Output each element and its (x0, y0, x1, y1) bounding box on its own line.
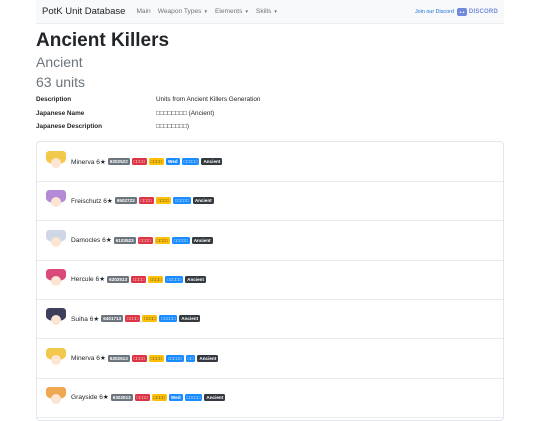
tag-badge[interactable]: □□□□ (138, 197, 154, 205)
info-key: Japanese Description (36, 123, 103, 130)
unit-row[interactable]: Grayside 6★ 6302613 □□□□ □□□□ Wed □□□□□ Ancien… (37, 378, 503, 418)
nav-weapon-types[interactable]: Weapon Types ▼ (158, 8, 208, 15)
tag-badge[interactable]: □□□□□ (171, 236, 190, 244)
tag-badge[interactable]: □□□□□ (165, 275, 184, 283)
tag-badge[interactable]: □□□□□ (159, 315, 178, 323)
unit-avatar[interactable] (46, 308, 66, 329)
unit-row[interactable]: Damocles 6★ 6103523 □□□□ □□□□ □□□□□ Ancient (37, 221, 503, 261)
discord-icon (456, 7, 467, 16)
unit-name-link[interactable]: Freischutz 6★ (71, 197, 113, 205)
caret-down-icon: ▼ (244, 9, 249, 14)
tag-badge[interactable]: □□□□□ (165, 354, 184, 362)
unit-list: Minerva 6★ 6302522 □□□□ □□□□ Wed □□□□□ Ancient… (36, 141, 504, 421)
tag-badge[interactable]: □□□□□ (184, 393, 203, 401)
generation-badge[interactable]: Ancient (197, 354, 219, 362)
info-value: □□□□□□□□) (156, 123, 190, 130)
tag-badge[interactable]: □□ (185, 354, 196, 362)
tag-badge[interactable]: □□□□ (151, 393, 167, 401)
unit-name-link[interactable]: Grayside 6★ (71, 393, 109, 401)
unit-row[interactable]: Hercule 6★ 6202513 □□□□ □□□□ □□□□□ Ancient (37, 260, 503, 300)
nav-skills-label: Skills (255, 8, 272, 15)
tag-badge[interactable]: □□□□ (137, 236, 153, 244)
avatar-face (51, 275, 61, 286)
avatar-face (51, 197, 61, 208)
tag-badge[interactable]: □□□□□ (172, 197, 191, 205)
unit-row[interactable]: Suiha 6★ 6401713 □□□□ □□□□ □□□□□ Ancient (37, 299, 503, 340)
avatar-face (51, 236, 61, 247)
unit-avatar[interactable] (46, 190, 66, 211)
top-navbar: PotK Unit Database Main Weapon Types ▼ El… (36, 0, 504, 24)
tag-badge[interactable]: □□□□ (154, 236, 170, 244)
info-key: Description (36, 96, 72, 103)
unit-id-badge[interactable]: 6302522 (107, 158, 130, 165)
generation-badge[interactable]: Ancient (185, 275, 206, 283)
avatar-face (51, 158, 61, 168)
info-value: □□□□□□□□ (Ancient) (156, 110, 215, 117)
avatar-face (51, 315, 61, 326)
tag-badge[interactable]: □□□□□ (181, 158, 200, 165)
unit-avatar[interactable] (46, 347, 66, 369)
page-subtitle: Ancient (36, 54, 83, 70)
unit-row[interactable]: Minerva 6★ 6302522 □□□□ □□□□ Wed □□□□□ Ancient (37, 142, 503, 182)
page-title: Ancient Killers (36, 30, 170, 51)
tag-badge[interactable]: □□□□ (131, 354, 147, 362)
avatar-face (51, 354, 61, 365)
unit-id-badge[interactable]: 6502723 (114, 197, 137, 205)
nav-elements-label: Elements (214, 8, 243, 15)
generation-badge[interactable]: Ancient (204, 393, 226, 401)
unit-name-link[interactable]: Minerva 6★ (71, 158, 106, 166)
generation-badge[interactable]: Ancient (192, 197, 214, 205)
unit-avatar[interactable] (46, 268, 66, 290)
unit-id-badge[interactable]: 6103523 (113, 236, 136, 244)
generation-badge[interactable]: Ancient (201, 158, 223, 165)
tag-badge[interactable]: □□□□ (148, 275, 164, 283)
unit-row[interactable]: Minerva 6★ 6302513 □□□□ □□□□ □□□□□ □□ Ancient (37, 339, 503, 379)
nav-weapon-types-label: Weapon Types (157, 8, 202, 15)
info-key: Japanese Name (36, 110, 85, 117)
caret-down-icon: ▼ (273, 9, 278, 14)
nav-main-label: Main (136, 8, 151, 15)
unit-id-badge[interactable]: 6401713 (101, 315, 124, 323)
caret-down-icon: ▼ (203, 9, 208, 14)
join-discord-link[interactable]: Join our Discord (415, 9, 454, 15)
tag-badge[interactable]: □□□□ (148, 158, 164, 165)
generation-badge[interactable]: Ancient (179, 315, 201, 323)
unit-avatar[interactable] (46, 229, 66, 251)
unit-name-link[interactable]: Suiha 6★ (71, 315, 99, 323)
tag-badge[interactable]: □□□□ (142, 315, 158, 323)
avatar-face (51, 393, 61, 404)
discord-text: DISCORD (468, 8, 498, 15)
tag-badge[interactable]: Wed (165, 158, 180, 165)
tag-badge[interactable]: Wed (168, 393, 183, 401)
tag-badge[interactable]: □□□□ (134, 393, 150, 401)
unit-id-badge[interactable]: 6302513 (107, 354, 130, 362)
tag-badge[interactable]: □□□□ (155, 197, 171, 205)
unit-id-badge[interactable]: 6202513 (107, 275, 130, 283)
tag-badge[interactable]: □□□□ (148, 354, 164, 362)
unit-name-link[interactable]: Damocles 6★ (71, 236, 112, 244)
tag-badge[interactable]: □□□□ (125, 315, 141, 323)
generation-badge[interactable]: Ancient (191, 236, 213, 244)
nav-skills[interactable]: Skills ▼ (256, 8, 278, 15)
site-brand[interactable]: PotK Unit Database (42, 6, 125, 17)
info-value: Units from Ancient Killers Generation (156, 96, 261, 103)
unit-id-badge[interactable]: 6302613 (110, 393, 133, 401)
unit-avatar[interactable] (46, 151, 66, 172)
unit-name-link[interactable]: Hercule 6★ (71, 275, 105, 283)
unit-row[interactable]: Freischutz 6★ 6502723 □□□□ □□□□ □□□□□ Ancient (37, 181, 503, 222)
tag-badge[interactable]: □□□□ (131, 275, 147, 283)
unit-name-link[interactable]: Minerva 6★ (71, 354, 106, 362)
discord-link[interactable]: DISCORD (456, 7, 498, 16)
tag-badge[interactable]: □□□□ (131, 158, 147, 165)
nav-elements[interactable]: Elements ▼ (215, 8, 249, 15)
unit-count: 63 units (36, 74, 86, 90)
nav-main[interactable]: Main (136, 8, 150, 15)
